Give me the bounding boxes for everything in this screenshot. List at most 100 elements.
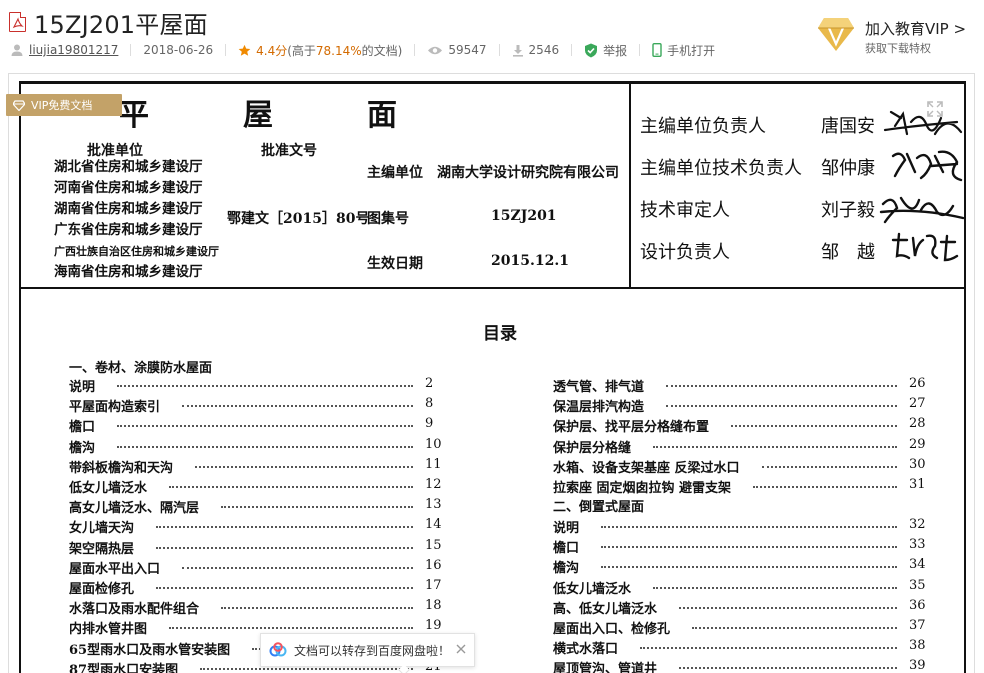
toc-leader-dots bbox=[761, 465, 897, 468]
open-on-mobile-link[interactable]: 手机打开 bbox=[667, 42, 715, 59]
toc-entry-title: 保温层排汽构造 bbox=[553, 400, 645, 416]
fullscreen-icon[interactable] bbox=[926, 100, 944, 118]
toc-entry-page: 36 bbox=[909, 597, 926, 613]
vip-tag-label: VIP免费文档 bbox=[31, 99, 93, 112]
toc-leader-dots bbox=[601, 566, 897, 569]
toc-section-heading: 二、倒置式屋面 bbox=[553, 500, 645, 515]
toc-entry-page: 35 bbox=[909, 577, 926, 593]
document-title: 15ZJ201平屋面 bbox=[34, 11, 208, 39]
province-item: 海南省住房和城乡建设厅 bbox=[54, 264, 203, 280]
report-link[interactable]: 举报 bbox=[603, 42, 627, 59]
toc-entry-page: 14 bbox=[425, 517, 442, 533]
toc-entry: 檐沟 10 bbox=[69, 437, 447, 457]
toc-leader-dots bbox=[666, 405, 897, 408]
toc-leader-dots bbox=[221, 607, 413, 610]
toc-entry-title: 带斜板檐沟和天沟 bbox=[69, 460, 174, 476]
cover-block: 平 屋 面 批准单位 批准文号 湖北省住房和城乡建设厅 河南省住房和城乡建设厅 … bbox=[21, 84, 964, 289]
cover-title-char: 屋 bbox=[243, 98, 273, 133]
toc-leader-dots bbox=[692, 627, 897, 629]
toc-entry-title: 檐口 bbox=[553, 541, 580, 557]
toc-entry-page: 18 bbox=[425, 598, 442, 614]
toc-leader-dots bbox=[731, 425, 897, 428]
toc-entry-page: 2 bbox=[425, 376, 434, 391]
toc-leader-dots bbox=[156, 587, 413, 589]
vip-subtitle: 获取下载特权 bbox=[865, 42, 931, 55]
toc-entry: 架空隔热层 15 bbox=[69, 538, 447, 558]
toc-entry-title: 内排水管井图 bbox=[69, 622, 148, 638]
toc-entry-title: 保护层分格缝 bbox=[553, 440, 632, 456]
uploader-link[interactable]: liujia19801217 bbox=[29, 43, 118, 57]
toc-entry: 水落口及雨水配件组合 18 bbox=[69, 598, 447, 618]
download-count: 2546 bbox=[528, 43, 560, 57]
toc-leader-dots bbox=[156, 526, 413, 529]
toc-leader-dots bbox=[182, 405, 413, 408]
shield-icon bbox=[585, 43, 598, 57]
atlas-no: 15ZJ201 bbox=[491, 208, 557, 224]
vip-title[interactable]: 加入教育VIP > bbox=[865, 18, 966, 39]
toc-entry: 屋面出入口、检修孔 37 bbox=[553, 618, 931, 638]
document-header: 15ZJ201平屋面 liujia19801217 2018-06-26 4.4… bbox=[0, 0, 984, 66]
document-viewer[interactable]: 平 屋 面 批准单位 批准文号 湖北省住房和城乡建设厅 河南省住房和城乡建设厅 … bbox=[8, 73, 975, 673]
rating-note-suffix: 的文档) bbox=[361, 43, 403, 58]
toc-entry-title: 65型雨水口及雨水管安装图 bbox=[69, 642, 231, 658]
toc-entry: 高女儿墙泛水、隔汽层 13 bbox=[69, 497, 447, 517]
toc-leader-dots bbox=[753, 486, 897, 488]
toc-leader-dots bbox=[679, 667, 897, 670]
toc-leader-dots bbox=[195, 465, 413, 468]
toc-leader-dots bbox=[200, 667, 413, 670]
vip-diamond-icon bbox=[13, 99, 25, 111]
toc-entry: 说明 2 bbox=[69, 376, 447, 396]
toc-entry: 低女儿墙泛水 12 bbox=[69, 477, 447, 497]
toc-entry-page: 9 bbox=[425, 416, 434, 432]
upload-date: 2018-06-26 bbox=[143, 43, 214, 57]
toc-entry-page: 37 bbox=[909, 618, 926, 633]
responsible-role: 主编单位技术负责人 bbox=[640, 158, 802, 179]
toc-entry-page: 29 bbox=[909, 436, 926, 452]
toc-leader-dots bbox=[679, 606, 897, 609]
responsible-role: 主编单位负责人 bbox=[640, 116, 766, 137]
toc-entry-title: 水落口及雨水配件组合 bbox=[69, 602, 200, 618]
toc-entry-page: 33 bbox=[909, 537, 926, 553]
handwritten-signature bbox=[891, 232, 959, 262]
province-item: 广西壮族自治区住房和城乡建设厅 bbox=[54, 245, 219, 258]
toc-entry-page: 17 bbox=[425, 578, 442, 593]
toast-message: 文档可以转存到百度网盘啦！ bbox=[294, 643, 451, 658]
toc-entry: 保护层、找平层分格缝布置 28 bbox=[553, 416, 931, 436]
toc-entry: 水箱、设备支架基座 反梁过水口 30 bbox=[553, 457, 931, 477]
download-icon bbox=[512, 44, 523, 57]
toc-entry: 保护层分格缝 29 bbox=[553, 437, 931, 457]
vip-title-text: 加入教育VIP bbox=[865, 20, 949, 38]
toc-title: 目录 bbox=[483, 324, 517, 344]
toc-entry-page: 10 bbox=[425, 436, 442, 452]
toc-entry: 檐沟 34 bbox=[553, 557, 931, 577]
join-vip-promo[interactable]: 加入教育VIP > 获取下载特权 bbox=[816, 14, 984, 58]
toc-entry: 带斜板檐沟和天沟 11 bbox=[69, 457, 447, 477]
toc-entry-title: 平屋面构造索引 bbox=[69, 400, 161, 416]
toc-entry: 拉索座 固定烟囱拉钩 避雷支架 31 bbox=[553, 477, 931, 497]
close-icon[interactable] bbox=[455, 643, 467, 655]
toc-entry: 屋面检修孔 17 bbox=[69, 578, 447, 598]
toc-entry-title: 透气管、排气道 bbox=[553, 380, 645, 395]
toc-entry-title: 女儿墙天沟 bbox=[69, 521, 135, 537]
cover-title-char: 面 bbox=[367, 98, 397, 133]
toc-leader-dots bbox=[169, 627, 413, 630]
toc-entry-title: 拉索座 固定烟囱拉钩 避雷支架 bbox=[553, 481, 732, 496]
toc-entry-title: 檐沟 bbox=[69, 440, 96, 456]
toc-entry-title: 低女儿墙泛水 bbox=[553, 581, 632, 597]
toc-entry-title: 檐口 bbox=[69, 420, 96, 436]
toc-entry-page: 11 bbox=[425, 456, 442, 472]
handwritten-signature bbox=[879, 196, 964, 224]
divider bbox=[639, 44, 641, 56]
toc-entry-page: 28 bbox=[909, 416, 926, 432]
toc-entry-title: 檐沟 bbox=[553, 561, 580, 577]
toc-entry: 透气管、排气道 26 bbox=[553, 376, 931, 396]
toc-entry: 平屋面构造索引 8 bbox=[69, 396, 447, 416]
toc-entry-title: 架空隔热层 bbox=[69, 541, 135, 557]
toc-entry-title: 横式水落口 bbox=[553, 642, 619, 658]
toc-leader-dots bbox=[156, 546, 413, 549]
toc-entry-page: 38 bbox=[909, 638, 926, 654]
toc-entry: 高、低女儿墙泛水 36 bbox=[553, 598, 931, 618]
toc-entry-title: 保护层、找平层分格缝布置 bbox=[553, 420, 710, 436]
user-icon bbox=[11, 44, 23, 56]
divider bbox=[225, 44, 227, 56]
